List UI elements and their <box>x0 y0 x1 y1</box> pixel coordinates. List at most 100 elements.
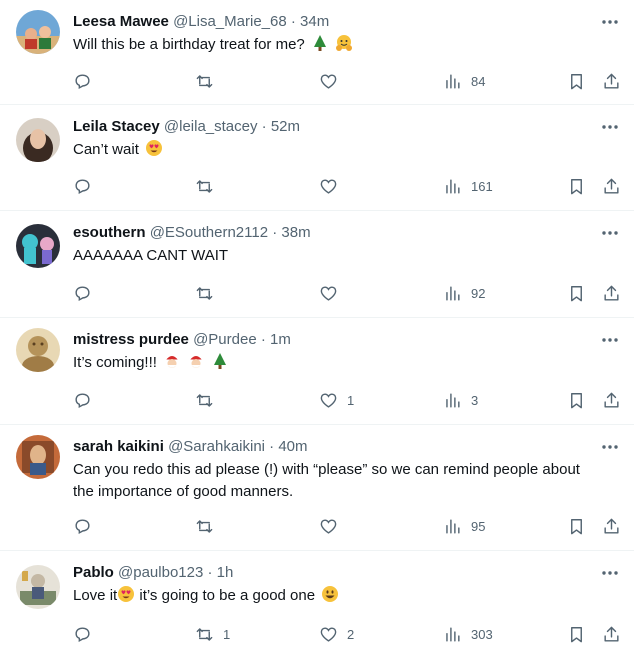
reply-button[interactable] <box>73 281 92 305</box>
avatar[interactable] <box>16 565 60 609</box>
timestamp[interactable]: 40m <box>278 438 307 455</box>
avatar[interactable] <box>16 328 60 372</box>
view-count: 95 <box>471 518 486 534</box>
reply-post[interactable]: esouthern @ESouthern2112 · 38m AAAAAAA C… <box>0 211 634 318</box>
share-button[interactable] <box>602 69 621 93</box>
bookmark-button[interactable] <box>567 622 586 646</box>
repost-button[interactable] <box>195 174 214 198</box>
reply-button[interactable] <box>73 622 101 646</box>
views-button[interactable]: 84 <box>443 69 485 93</box>
more-options-icon[interactable] <box>600 223 620 243</box>
reply-post[interactable]: Leila Stacey @leila_stacey · 52m Can’t w… <box>0 105 634 211</box>
separator: · <box>260 331 266 348</box>
repost-button[interactable]: 1 <box>195 622 230 646</box>
avatar[interactable] <box>16 435 60 479</box>
display-name[interactable]: sarah kaikini <box>73 438 164 455</box>
view-count: 84 <box>471 73 486 89</box>
display-name[interactable]: Leila Stacey <box>73 118 160 135</box>
more-options-icon[interactable] <box>600 563 620 583</box>
views-chart-icon <box>446 392 460 408</box>
timestamp[interactable]: 1m <box>270 331 291 348</box>
more-options-icon[interactable] <box>600 330 620 350</box>
like-button[interactable]: 2 <box>319 622 354 646</box>
timestamp[interactable]: 52m <box>271 118 300 135</box>
share-button[interactable] <box>602 514 621 538</box>
like-button[interactable] <box>319 514 347 538</box>
grinning-face-icon <box>321 585 339 603</box>
like-button[interactable] <box>319 69 347 93</box>
views-button[interactable]: 3 <box>443 388 478 412</box>
display-name[interactable]: Leesa Mawee <box>73 13 169 30</box>
share-button[interactable] <box>602 281 621 305</box>
heart-icon <box>320 518 337 534</box>
like-button[interactable]: 1 <box>319 388 354 412</box>
views-chart-icon <box>446 518 460 534</box>
more-options-icon[interactable] <box>600 117 620 137</box>
reply-button[interactable] <box>73 388 92 412</box>
christmas-tree-icon <box>311 34 329 52</box>
bookmark-button[interactable] <box>567 388 586 412</box>
reply-icon <box>75 518 90 534</box>
repost-button[interactable] <box>195 281 214 305</box>
bookmark-button[interactable] <box>567 174 586 198</box>
reply-post[interactable]: mistress purdee @Purdee · 1m It’s coming… <box>0 318 634 425</box>
views-chart-icon <box>446 285 460 301</box>
user-handle[interactable]: @ESouthern2112 <box>150 224 268 241</box>
view-count: 3 <box>471 392 479 408</box>
reply-post[interactable]: Pablo @paulbo123 · 1h Love it it’s going… <box>0 551 634 661</box>
user-handle[interactable]: @Purdee <box>193 331 257 348</box>
repost-button[interactable] <box>195 514 214 538</box>
display-name[interactable]: Pablo <box>73 564 114 581</box>
share-button[interactable] <box>602 388 621 412</box>
views-button[interactable]: 95 <box>443 514 485 538</box>
timestamp[interactable]: 1h <box>217 564 234 581</box>
bookmark-button[interactable] <box>567 69 586 93</box>
share-button[interactable] <box>602 622 621 646</box>
post-actions: 1 3 <box>0 388 634 412</box>
share-icon <box>604 392 619 408</box>
bookmark-button[interactable] <box>567 514 586 538</box>
post-header: mistress purdee @Purdee · 1m <box>73 330 291 350</box>
views-button[interactable]: 303 <box>443 622 493 646</box>
reply-button[interactable] <box>73 514 92 538</box>
more-options-icon[interactable] <box>600 12 620 32</box>
heart-icon <box>320 73 337 89</box>
like-button[interactable] <box>319 281 347 305</box>
display-name[interactable]: esouthern <box>73 224 146 241</box>
like-button[interactable] <box>319 174 347 198</box>
views-button[interactable]: 92 <box>443 281 485 305</box>
post-text: Will this be a birthday treat for me? <box>73 34 603 56</box>
repost-button[interactable] <box>195 388 214 412</box>
display-name[interactable]: mistress purdee <box>73 331 189 348</box>
reply-icon <box>75 178 90 194</box>
repost-button[interactable] <box>195 69 214 93</box>
avatar[interactable] <box>16 10 60 54</box>
avatar[interactable] <box>16 224 60 268</box>
post-text-content: It’s coming!!! <box>73 354 157 371</box>
user-handle[interactable]: @paulbo123 <box>118 564 203 581</box>
user-handle[interactable]: @Sarahkaikini <box>168 438 265 455</box>
more-options-icon[interactable] <box>600 437 620 457</box>
timestamp[interactable]: 38m <box>281 224 310 241</box>
reply-icon <box>75 285 90 301</box>
views-button[interactable]: 161 <box>443 174 493 198</box>
timestamp[interactable]: 34m <box>300 13 329 30</box>
user-handle[interactable]: @Lisa_Marie_68 <box>173 13 287 30</box>
reply-post[interactable]: sarah kaikini @Sarahkaikini · 40m Can yo… <box>0 425 634 551</box>
reply-post[interactable]: Leesa Mawee @Lisa_Marie_68 · 34m Will th… <box>0 0 634 105</box>
post-text: Can you redo this ad please (!) with “pl… <box>73 459 603 503</box>
reply-button[interactable] <box>73 174 92 198</box>
reply-icon <box>75 626 90 642</box>
bookmark-icon <box>571 285 582 301</box>
repost-icon <box>196 519 213 533</box>
bookmark-button[interactable] <box>567 281 586 305</box>
avatar[interactable] <box>16 118 60 162</box>
reply-button[interactable] <box>73 69 92 93</box>
share-button[interactable] <box>602 174 621 198</box>
post-actions: 84 <box>0 69 634 93</box>
repost-icon <box>196 74 213 88</box>
user-handle[interactable]: @leila_stacey <box>164 118 258 135</box>
post-header: Pablo @paulbo123 · 1h <box>73 563 233 583</box>
views-chart-icon <box>446 626 460 642</box>
separator: · <box>269 438 275 455</box>
